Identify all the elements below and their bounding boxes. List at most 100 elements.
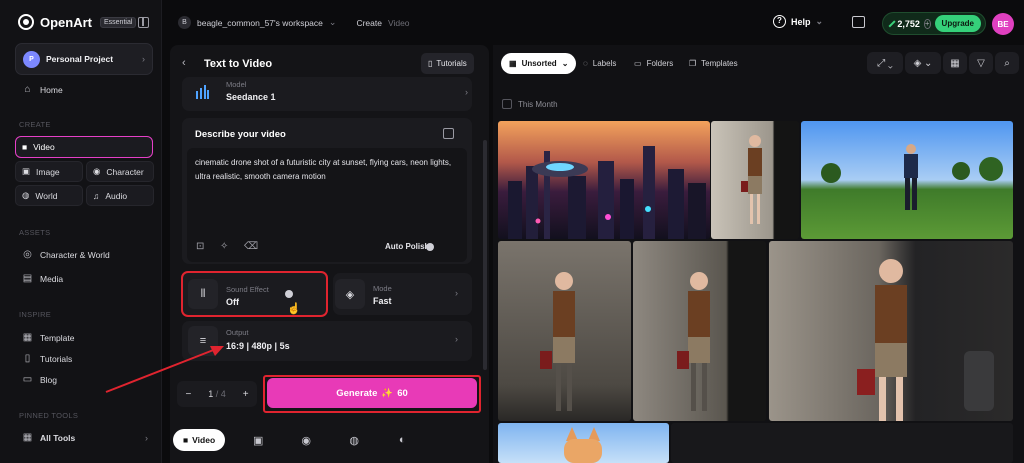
nav-media-label: Media [40,273,64,284]
cat-image [564,427,602,463]
tab-image-icon[interactable]: ▣ [243,434,273,447]
tab-audio-icon[interactable]: ◐ [387,434,417,446]
girl-portrait-image [677,272,710,411]
nav-image[interactable]: ▣ Image [15,161,83,182]
trash-icon[interactable]: ⌫ [244,241,258,252]
grid-view-button[interactable]: ▦ [943,52,967,74]
panel-scrollbar[interactable] [483,140,487,370]
user-avatar[interactable]: BE [992,13,1014,35]
gallery-item-city[interactable] [498,121,710,239]
gallery: ▦ Unsorted ⌄ ◌ Labels ▭ Folders ❐ Templates… [493,45,1024,463]
tab-video[interactable]: ■ Video [173,429,226,451]
upgrade-button[interactable]: Upgrade [934,15,981,32]
funnel-icon: ▽ [977,57,985,69]
video-camera-icon: ■ [183,435,189,445]
chevron-right-icon: › [465,87,468,97]
help-menu[interactable]: ? Help ⌄ [773,15,823,28]
blog-icon: ▭ [22,374,33,385]
mode-label: Mode [373,284,392,293]
back-arrow-icon[interactable]: ‹ [182,57,186,69]
mode-value: Fast [373,296,392,306]
chevron-right-icon: › [455,288,458,298]
expand-icon[interactable] [443,128,454,139]
gallery-item-girl-3[interactable] [633,241,766,421]
scan-icon[interactable]: ⊡ [196,241,204,252]
prompt-area[interactable]: cinematic drone shot of a futuristic cit… [187,148,467,262]
tutorials-label: Tutorials [436,59,467,68]
section-assets: ASSETS [19,228,51,237]
model-selector[interactable]: Model Seedance 1 › [182,77,472,111]
chevron-down-icon: ⌄ [561,59,569,68]
model-bars-icon [196,85,209,99]
auto-polish-label: Auto Polish [385,242,430,251]
nav-audio[interactable]: ♫ Audio [86,185,154,206]
output-label: Output [226,328,249,337]
templates-button[interactable]: ❐ Templates [689,59,738,68]
section-create: CREATE [19,120,51,129]
help-icon: ? [773,15,786,28]
character-icon: ◉ [93,166,101,176]
filter-button[interactable]: ▽ [969,52,993,74]
select-month-checkbox[interactable] [502,99,512,109]
nav-template-label: Template [40,332,75,343]
generate-cost: 60 [397,387,408,399]
folders-button[interactable]: ▭ Folders [634,59,673,68]
gallery-item-girl-2[interactable] [498,241,631,421]
section-inspire: INSPIRE [19,310,52,319]
credits-icon [888,19,896,28]
workspace-name[interactable]: beagle_common_57's workspace [197,18,323,28]
resize-button[interactable]: ⤢ ⌄ [867,52,903,74]
generate-button[interactable]: Generate ✨ 60 [267,378,477,408]
gallery-item-girl-4[interactable] [769,241,1013,421]
media-icon: ▤ [22,273,33,284]
crumb-create[interactable]: Create [356,18,382,28]
folders-label: Folders [646,59,674,68]
nav-template[interactable]: ▦ Template [22,332,75,343]
nav-tutorials[interactable]: ▯ Tutorials [22,353,73,364]
magic-wand-icon[interactable]: ✧ [220,241,228,252]
prompt-input[interactable]: cinematic drone shot of a futuristic cit… [195,156,461,184]
audio-icon: ♫ [93,190,100,201]
gallery-item-boy-field[interactable] [801,121,1013,239]
search-icon: ⌕ [1004,57,1010,69]
brand-name: OpenArt [40,14,92,30]
nav-blog[interactable]: ▭ Blog [22,374,57,385]
project-selector[interactable]: P Personal Project › [15,43,153,75]
nav-video-label: Video [33,142,55,152]
nav-media[interactable]: ▤ Media [22,273,63,284]
gift-icon[interactable] [852,16,865,28]
labels-button[interactable]: ◌ Labels [583,59,616,68]
chevron-down-icon[interactable]: ⌄ [329,17,337,28]
nav-video[interactable]: ■ Video [15,136,153,158]
panel-title: Text to Video [204,58,273,70]
model-label: Model [226,80,247,89]
chevron-right-icon: › [142,54,145,64]
month-label: This Month [518,99,558,109]
sort-label: Unsorted [521,59,557,68]
project-avatar: P [23,50,40,68]
add-credits-icon[interactable]: + [923,18,931,29]
filter-type-button[interactable]: ◈ ⌄ [905,52,941,74]
credits-pill[interactable]: 2,752 + Upgrade [882,12,986,35]
nav-character-label: Character [106,166,144,177]
nav-all-tools[interactable]: ▦ All Tools › [22,432,148,443]
sort-dropdown[interactable]: ▦ Unsorted ⌄ [501,53,577,74]
logo[interactable]: OpenArt Essential [18,14,137,30]
collapse-sidebar-icon[interactable] [138,17,149,28]
mode-selector[interactable]: ◈ Mode Fast › [333,273,472,315]
tutorials-button[interactable]: ▯ Tutorials [421,53,474,74]
nav-world[interactable]: ◍ World [15,185,83,206]
tab-world-icon[interactable]: ◍ [339,434,369,447]
openart-logo-icon [18,14,34,30]
gallery-item-girl-1[interactable] [711,121,799,239]
tab-character-icon[interactable]: ◉ [291,434,321,447]
tab-video-label: Video [192,435,216,445]
nav-character-world[interactable]: ◎ Character & World [22,249,110,260]
sound-effect-card[interactable]: ⦀ Sound Effect Off ☝ [181,271,328,317]
gallery-item-dark[interactable] [671,423,1013,463]
nav-character[interactable]: ◉ Character [86,161,154,182]
search-button[interactable]: ⌕ [995,52,1019,74]
gallery-item-cat[interactable] [498,423,669,463]
nav-home[interactable]: ⌂ Home [22,84,62,95]
increment-button[interactable]: + [243,389,249,400]
